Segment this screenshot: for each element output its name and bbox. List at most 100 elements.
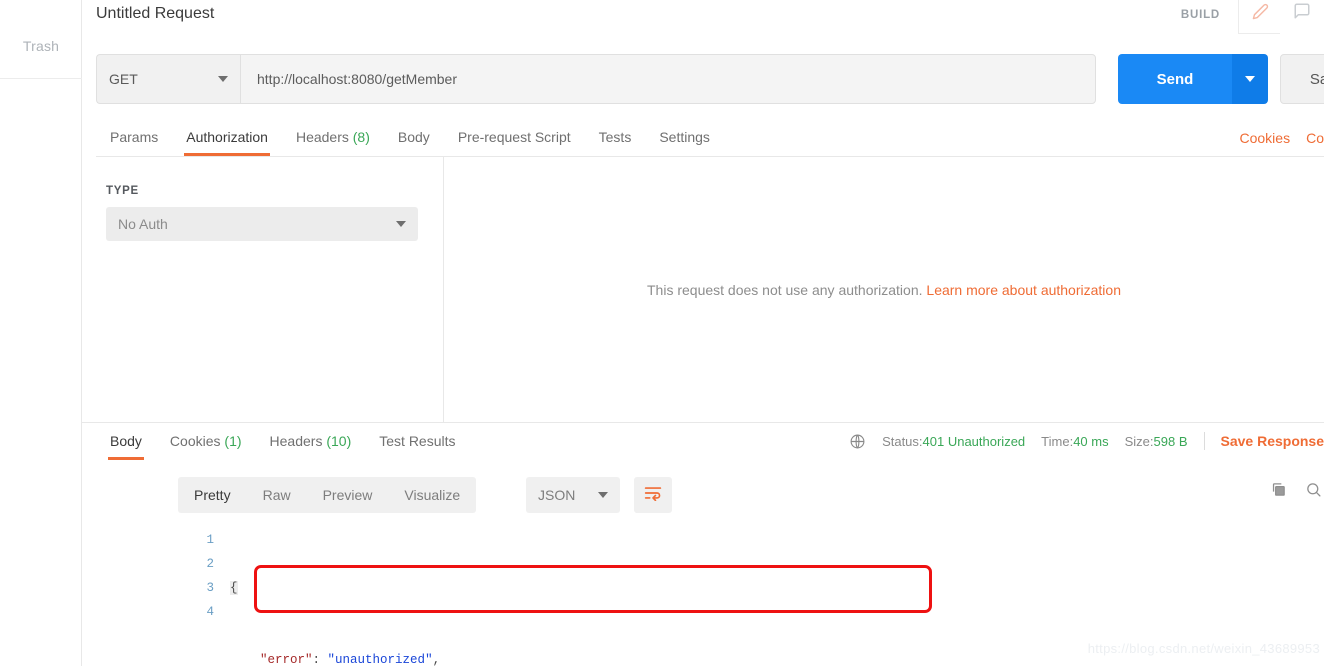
watermark: https://blog.csdn.net/weixin_43689953	[1087, 641, 1320, 656]
send-options-button[interactable]	[1232, 54, 1268, 104]
response-actions	[1270, 481, 1322, 503]
authorization-message-column: This request does not use any authorizat…	[444, 157, 1324, 423]
chevron-down-icon	[598, 492, 608, 498]
http-method-value: GET	[109, 71, 138, 87]
page-title: Untitled Request	[96, 5, 215, 22]
tab-label: Headers	[295, 129, 349, 145]
tab-label: Settings	[659, 129, 710, 145]
word-wrap-icon	[644, 485, 662, 506]
view-raw[interactable]: Raw	[247, 477, 307, 513]
tab-label: Pre-request Script	[457, 129, 571, 145]
size-label: Size:	[1124, 433, 1154, 449]
tab-label: Body	[397, 129, 430, 145]
status-badge: 401 Unauthorized	[922, 433, 1026, 449]
auth-message-text: This request does not use any authorizat…	[647, 282, 923, 298]
auth-learn-more-link[interactable]: Learn more about authorization	[926, 282, 1121, 298]
search-button[interactable]	[1305, 481, 1322, 503]
headers-count-badge: (8)	[352, 129, 370, 145]
meta-divider	[1203, 432, 1205, 450]
url-input[interactable]: http://localhost:8080/getMember	[240, 54, 1096, 104]
copy-button[interactable]	[1270, 481, 1287, 503]
tab-settings[interactable]: Settings	[645, 120, 724, 156]
tab-label: Tests	[598, 129, 632, 145]
auth-type-value: No Auth	[118, 216, 168, 232]
response-body-viewer: 1 2 3 4 { "error": "unauthorized", "erro…	[178, 524, 1324, 666]
tab-label: Headers	[269, 433, 323, 449]
type-label: TYPE	[106, 185, 139, 197]
time-label: Time:	[1041, 433, 1074, 449]
auth-empty-message: This request does not use any authorizat…	[647, 282, 1121, 298]
status-label: Status:	[882, 433, 923, 449]
chevron-down-icon	[218, 76, 228, 82]
chevron-down-icon	[1245, 76, 1255, 82]
save-response-button[interactable]: Save Response	[1221, 433, 1324, 449]
time-value: 40 ms	[1073, 433, 1109, 449]
sidebar-item-trash[interactable]: Trash	[0, 38, 82, 54]
view-pretty[interactable]: Pretty	[178, 477, 247, 513]
globe-icon	[849, 433, 866, 450]
pencil-icon	[1252, 3, 1269, 25]
code-link[interactable]: Co	[1306, 130, 1324, 146]
response-view-segmented: Pretty Raw Preview Visualize	[178, 477, 477, 513]
edit-request-button[interactable]	[1238, 0, 1282, 34]
tab-body[interactable]: Body	[384, 120, 444, 156]
postman-window: Trash Untitled Request BUILD GET http://…	[0, 0, 1324, 666]
word-wrap-button[interactable]	[634, 477, 672, 513]
http-method-select[interactable]: GET	[96, 54, 240, 104]
line-number: 3	[206, 581, 214, 595]
line-number: 1	[206, 533, 214, 547]
comment-icon	[1293, 2, 1311, 25]
tab-label: Cookies	[169, 433, 221, 449]
line-number: 2	[206, 557, 214, 571]
code-line: {	[230, 576, 1324, 600]
sidebar-divider	[0, 78, 82, 79]
line-number-gutter: 1 2 3 4	[178, 524, 222, 666]
line-number: 4	[206, 605, 214, 619]
tab-label: Params	[110, 129, 159, 145]
request-title-row: Untitled Request BUILD	[82, 0, 1324, 44]
response-language-value: JSON	[538, 487, 576, 503]
tab-label: Authorization	[186, 129, 268, 145]
response-tab-cookies[interactable]: Cookies (1)	[156, 424, 256, 460]
json-value: "unauthorized"	[327, 653, 433, 666]
tab-params[interactable]: Params	[96, 120, 172, 156]
response-meta: Status: 401 Unauthorized Time: 40 ms Siz…	[845, 424, 1324, 458]
send-button[interactable]: Send	[1118, 54, 1232, 104]
tab-pre-request-script[interactable]: Pre-request Script	[444, 120, 585, 156]
authorization-panel: TYPE No Auth This request does not use a…	[82, 157, 1324, 423]
json-brace: {	[230, 581, 238, 595]
tab-tests[interactable]: Tests	[585, 120, 646, 156]
tab-authorization[interactable]: Authorization	[172, 120, 282, 156]
headers-count-badge: (10)	[326, 433, 352, 449]
save-button[interactable]: Save	[1280, 54, 1324, 104]
request-tabs: Params Authorization Headers (8) Body Pr…	[96, 120, 1324, 157]
response-format-toolbar: Pretty Raw Preview Visualize JSON	[178, 477, 1324, 515]
cookies-link[interactable]: Cookies	[1240, 130, 1291, 146]
response-tab-test-results[interactable]: Test Results	[365, 424, 469, 460]
url-value: http://localhost:8080/getMember	[257, 71, 458, 87]
authorization-type-column: TYPE No Auth	[82, 157, 444, 423]
size-value: 598 B	[1153, 433, 1188, 449]
tab-label: Test Results	[379, 433, 456, 449]
chevron-down-icon	[396, 221, 406, 227]
json-punct: :	[312, 653, 328, 666]
response-tab-headers[interactable]: Headers (10)	[256, 424, 366, 460]
comment-button[interactable]	[1280, 0, 1324, 34]
view-visualize[interactable]: Visualize	[388, 477, 476, 513]
main-panel: Untitled Request BUILD GET http://localh…	[82, 0, 1324, 666]
auth-type-select[interactable]: No Auth	[106, 207, 418, 241]
left-sidebar: Trash	[0, 0, 82, 666]
response-language-select[interactable]: JSON	[526, 477, 620, 513]
panel-divider	[82, 422, 1324, 423]
json-key: "error"	[260, 653, 313, 666]
tab-headers[interactable]: Headers (8)	[282, 120, 384, 156]
request-tabs-right-links: Cookies Co	[1224, 120, 1324, 156]
response-tab-body[interactable]: Body	[96, 424, 156, 460]
json-punct: ,	[432, 653, 441, 666]
view-preview[interactable]: Preview	[307, 477, 389, 513]
cookies-count-badge: (1)	[224, 433, 242, 449]
tab-label: Body	[110, 433, 142, 449]
url-bar: GET http://localhost:8080/getMember Send…	[96, 54, 1324, 104]
response-tabs: Body Cookies (1) Headers (10) Test Resul…	[96, 424, 1324, 464]
build-label: BUILD	[1180, 9, 1220, 21]
